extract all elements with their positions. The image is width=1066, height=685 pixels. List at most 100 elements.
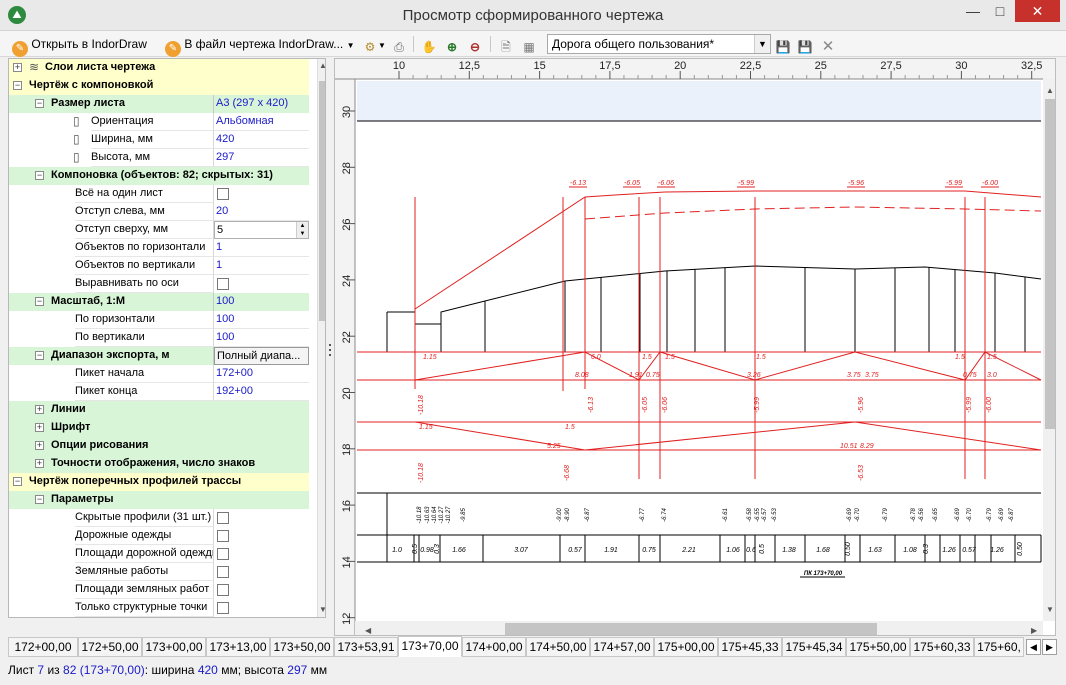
- tree-property[interactable]: ▯ Ориентация Альбомная: [9, 113, 309, 131]
- tree-value[interactable]: 1: [214, 239, 309, 257]
- scroll-up-icon[interactable]: ▲: [318, 59, 325, 73]
- tree-property[interactable]: Всё на один лист: [9, 185, 309, 203]
- tree-property[interactable]: Отступ слева, мм 20: [9, 203, 309, 221]
- expand-icon[interactable]: +: [35, 441, 44, 450]
- road-type-select[interactable]: Дорога общего пользования* ▼: [547, 34, 771, 54]
- tab-picket[interactable]: 175+60,33: [910, 637, 974, 657]
- delete-button[interactable]: ✕: [820, 34, 836, 55]
- open-in-indordraw-button[interactable]: ✎ Открыть в IndorDraw: [12, 34, 147, 57]
- top-offset-spinner[interactable]: 5 ▲ ▼: [214, 221, 309, 239]
- collapse-icon[interactable]: −: [13, 81, 22, 90]
- tree-property[interactable]: Выравнивать по оси: [9, 275, 309, 293]
- tab-scroll-left-icon[interactable]: ◀: [1026, 639, 1041, 655]
- collapse-icon[interactable]: −: [35, 99, 44, 108]
- tree-category[interactable]: − Размер листа А3 (297 x 420): [9, 95, 309, 113]
- tree-category[interactable]: − Чертёж поперечных профилей трассы: [9, 473, 309, 491]
- viewer-vscroll-thumb[interactable]: [1045, 99, 1055, 429]
- tab-picket[interactable]: 173+50,00: [270, 637, 334, 657]
- tab-picket[interactable]: 174+57,00: [590, 637, 654, 657]
- collapse-icon[interactable]: −: [35, 171, 44, 180]
- tab-picket[interactable]: 174+00,00: [462, 637, 526, 657]
- tree-value[interactable]: 100: [214, 293, 309, 311]
- tree-value[interactable]: 1: [214, 257, 309, 275]
- tree-category[interactable]: − Компоновка (объектов: 82; скрытых: 31): [9, 167, 309, 185]
- export-range-dropdown[interactable]: Полный диапа...: [214, 347, 309, 365]
- zoom-in-button[interactable]: ⊕: [444, 34, 460, 54]
- tab-picket[interactable]: 173+70,00: [398, 636, 462, 657]
- tree-category[interactable]: − Диапазон экспорта, м Полный диапа...: [9, 347, 309, 365]
- scroll-left-icon[interactable]: ◀: [365, 626, 372, 635]
- collapse-icon[interactable]: −: [35, 297, 44, 306]
- page-preview-button[interactable]: 🗎: [498, 34, 514, 54]
- tree-property[interactable]: Объектов по горизонтали 1: [9, 239, 309, 257]
- tree-property[interactable]: Площади дорожной одежды: [9, 545, 309, 563]
- tab-picket[interactable]: 175+50,00: [846, 637, 910, 657]
- tab-picket[interactable]: 173+00,00: [142, 637, 206, 657]
- pan-button[interactable]: ✋: [421, 34, 437, 54]
- expand-icon[interactable]: +: [35, 405, 44, 414]
- tree-value[interactable]: Альбомная: [214, 113, 309, 131]
- tree-property[interactable]: ▯ Высота, мм 297: [9, 149, 309, 167]
- tab-picket[interactable]: 175+60,: [974, 637, 1024, 657]
- tree-checkbox[interactable]: [217, 530, 229, 542]
- scroll-down-icon[interactable]: ▼: [318, 603, 325, 617]
- tree-checkbox[interactable]: [217, 548, 229, 560]
- tree-checkbox[interactable]: [217, 188, 229, 200]
- minimize-button[interactable]: —: [960, 0, 986, 22]
- tab-picket[interactable]: 175+00,00: [654, 637, 718, 657]
- tree-value[interactable]: 172+00: [214, 365, 309, 383]
- tab-picket[interactable]: 173+53,91: [334, 637, 398, 657]
- fit-button[interactable]: ▦: [521, 34, 537, 54]
- save-to-drawing-file-button[interactable]: ✎ В файл чертежа IndorDraw... ▼: [165, 34, 355, 57]
- tab-scroll-right-icon[interactable]: ▶: [1042, 639, 1057, 655]
- settings-button[interactable]: ⚙ ▼: [362, 34, 386, 54]
- tree-value[interactable]: 100: [214, 329, 309, 347]
- tab-picket[interactable]: 172+00,00: [8, 637, 78, 657]
- tree-category[interactable]: − Параметры: [9, 491, 309, 509]
- scrollbar-thumb[interactable]: [319, 81, 325, 321]
- tree-property[interactable]: Скрытые профили (31 шт.): [9, 509, 309, 527]
- print-button[interactable]: ⎙: [391, 34, 407, 54]
- tree-value[interactable]: 297: [214, 149, 309, 167]
- panel-splitter[interactable]: [328, 58, 332, 636]
- expand-icon[interactable]: +: [35, 423, 44, 432]
- drawing-canvas[interactable]: 10 12,5 15 17,5 20 22,5 25 27,5 30 32,5 30 28 26 24 22…: [335, 59, 1056, 636]
- tree-property[interactable]: Пикет конца 192+00: [9, 383, 309, 401]
- tree-category[interactable]: + Линии: [9, 401, 309, 419]
- save-as-button[interactable]: 💾: [797, 34, 813, 54]
- tree-value[interactable]: 100: [214, 311, 309, 329]
- tree-category[interactable]: + ≋ Слои листа чертежа: [9, 59, 309, 77]
- expand-icon[interactable]: +: [13, 63, 22, 72]
- collapse-icon[interactable]: −: [35, 495, 44, 504]
- tab-picket[interactable]: 175+45,34: [782, 637, 846, 657]
- tree-property[interactable]: Земляные работы: [9, 563, 309, 581]
- tab-picket[interactable]: 175+45,33: [718, 637, 782, 657]
- viewer-hscroll-thumb[interactable]: [505, 623, 877, 635]
- tree-checkbox[interactable]: [217, 278, 229, 290]
- tree-checkbox[interactable]: [217, 566, 229, 578]
- tree-value[interactable]: А3 (297 x 420): [214, 95, 309, 113]
- tree-category[interactable]: − Масштаб, 1:М 100: [9, 293, 309, 311]
- close-button[interactable]: ✕: [1015, 0, 1060, 22]
- tree-property[interactable]: По горизонтали 100: [9, 311, 309, 329]
- tree-property[interactable]: Только структурные точки: [9, 599, 309, 617]
- tab-picket[interactable]: 172+50,00: [78, 637, 142, 657]
- drawing-viewer[interactable]: 10 12,5 15 17,5 20 22,5 25 27,5 30 32,5 30 28 26 24 22…: [334, 58, 1056, 636]
- save-button[interactable]: 💾: [775, 34, 791, 54]
- property-tree-scrollbar[interactable]: ▲ ▼: [317, 59, 325, 617]
- collapse-icon[interactable]: −: [13, 477, 22, 486]
- tree-checkbox[interactable]: [217, 512, 229, 524]
- tree-checkbox[interactable]: [217, 602, 229, 614]
- tree-value[interactable]: 420: [214, 131, 309, 149]
- tree-value[interactable]: 20: [214, 203, 309, 221]
- tree-property[interactable]: Площади земляных работ: [9, 581, 309, 599]
- tree-category[interactable]: − Чертёж с компоновкой: [9, 77, 309, 95]
- tab-picket[interactable]: 173+13,00: [206, 637, 270, 657]
- scroll-down-icon[interactable]: ▼: [1046, 605, 1054, 614]
- tree-property[interactable]: Пикет начала 172+00: [9, 365, 309, 383]
- tree-property[interactable]: Объектов по вертикали 1: [9, 257, 309, 275]
- tree-category[interactable]: + Шрифт: [9, 419, 309, 437]
- tree-category[interactable]: + Точности отображения, число знаков: [9, 455, 309, 473]
- expand-icon[interactable]: +: [35, 459, 44, 468]
- scroll-right-icon[interactable]: ▶: [1031, 626, 1038, 635]
